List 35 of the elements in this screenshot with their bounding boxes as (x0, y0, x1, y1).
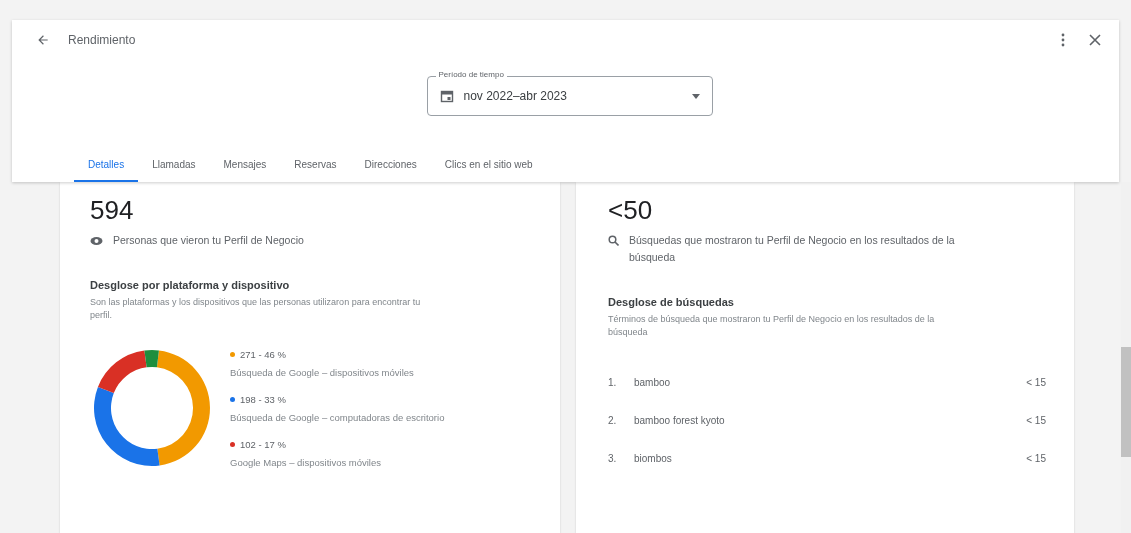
field-label: Período de tiempo (435, 70, 507, 79)
views-caption: Personas que vieron tu Perfil de Negocio (113, 233, 304, 248)
dropdown-caret-icon (691, 93, 700, 99)
search-term: bamboo (634, 377, 672, 388)
legend-label: Google Maps – dispositivos móviles (230, 456, 382, 469)
calendar-icon (439, 89, 454, 103)
tab[interactable]: Direcciones (350, 151, 431, 182)
legend-value: 198 - 33 % (240, 393, 286, 406)
legend-label: Búsqueda de Google – dispositivos móviles (230, 366, 415, 379)
eye-icon (90, 236, 103, 246)
section-title: Desglose por plataforma y dispositivo (90, 279, 291, 291)
search-term: biombos (634, 453, 673, 464)
close-icon[interactable] (1087, 32, 1103, 48)
search-icon (608, 235, 619, 246)
legend-value: 102 - 17 % (240, 438, 286, 451)
term-rank: 1. (608, 377, 618, 388)
section-title: Desglose de búsquedas (608, 296, 735, 308)
section-description: Términos de búsqueda que mostraron tu Perfil de Negocio en los resultados de la búsqueda (608, 313, 936, 339)
term-count: < 15 (1026, 453, 1046, 464)
tab[interactable]: Reservas (280, 151, 351, 182)
term-rank: 3. (608, 453, 618, 464)
tab[interactable]: Mensajes (209, 151, 281, 182)
searches-caption: Búsquedas que mostraron tu Perfil de Negocio en los resultados de la búsqueda (629, 233, 956, 265)
legend-value: 271 - 46 % (240, 348, 286, 361)
tab[interactable]: Llamadas (138, 151, 210, 182)
searches-total: <50 (608, 196, 654, 224)
views-total: 594 (90, 196, 135, 224)
section-description: Son las plataformas y los dispositivos que las personas utilizaron para encontrar tu perfil. (90, 296, 422, 322)
page-title: Rendimiento (68, 33, 137, 47)
legend-label: Búsqueda de Google – computadoras de escritorio (230, 411, 445, 424)
term-count: < 15 (1026, 377, 1046, 388)
term-rank: 2. (608, 415, 618, 426)
tab[interactable]: Clics en el sitio web (430, 151, 547, 182)
term-count: < 15 (1026, 415, 1046, 426)
search-term: bamboo forest kyoto (634, 415, 726, 426)
